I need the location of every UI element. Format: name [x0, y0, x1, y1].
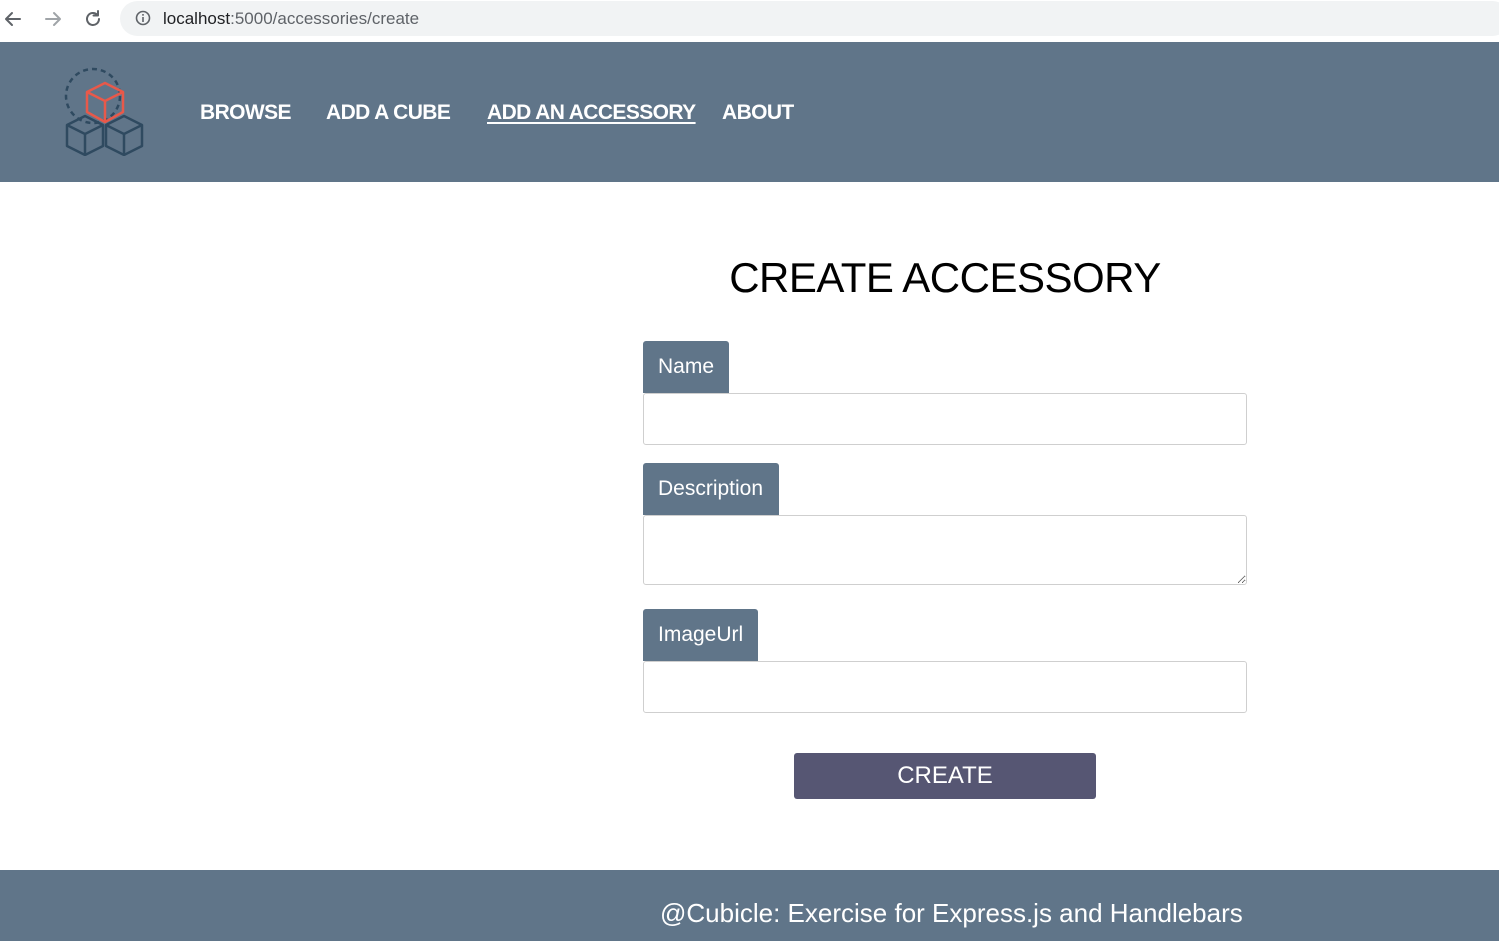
site-header: BROWSE ADD A CUBE ADD AN ACCESSORY ABOUT	[0, 42, 1499, 182]
site-footer: @Cubicle: Exercise for Express.js and Ha…	[0, 870, 1499, 941]
nav-browse[interactable]: BROWSE	[200, 101, 292, 125]
description-label: Description	[643, 463, 779, 515]
imageurl-input[interactable]	[643, 661, 1247, 713]
imageurl-label: ImageUrl	[643, 609, 758, 661]
forward-icon[interactable]	[40, 6, 66, 32]
browser-toolbar: localhost:5000/accessories/create	[0, 0, 1499, 42]
nav-add-cube[interactable]: ADD A CUBE	[326, 101, 451, 125]
name-label: Name	[643, 341, 729, 393]
back-icon[interactable]	[0, 6, 26, 32]
url-path: :5000/accessories/create	[230, 9, 420, 28]
url-host: localhost	[163, 9, 231, 28]
footer-text: @Cubicle: Exercise for Express.js and Ha…	[660, 898, 1243, 928]
page-title: CREATE ACCESSORY	[729, 254, 1161, 301]
nav-add-accessory[interactable]: ADD AN ACCESSORY	[487, 101, 696, 125]
address-url[interactable]: localhost:5000/accessories/create	[163, 9, 419, 29]
cubicle-logo-icon[interactable]	[62, 66, 148, 157]
nav-about[interactable]: ABOUT	[722, 101, 794, 125]
name-input[interactable]	[643, 393, 1247, 445]
reload-icon[interactable]	[80, 6, 106, 32]
create-button[interactable]: CREATE	[794, 753, 1096, 799]
info-icon[interactable]	[135, 10, 151, 26]
description-textarea[interactable]	[643, 515, 1247, 585]
